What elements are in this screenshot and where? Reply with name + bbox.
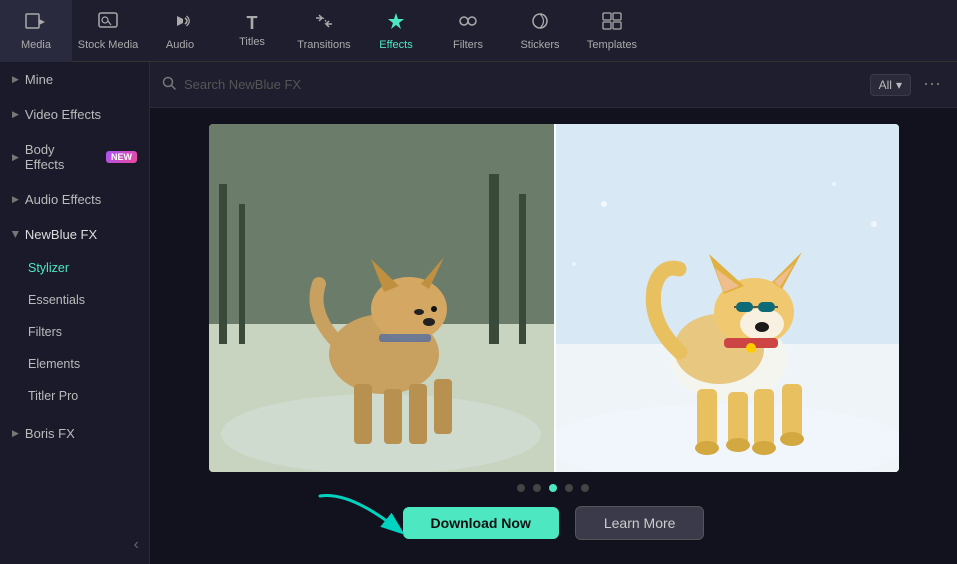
search-icon: [162, 76, 176, 93]
preview-image: [209, 124, 899, 472]
dot-1[interactable]: [517, 484, 525, 492]
preview-right-half: [554, 124, 899, 472]
stickers-icon: [529, 11, 551, 35]
sub-label-essentials: Essentials: [28, 293, 85, 307]
sidebar-label-mine: Mine: [25, 72, 53, 87]
dot-4[interactable]: [565, 484, 573, 492]
toolbar-item-effects[interactable]: Effects: [360, 0, 432, 62]
sidebar-label-body-effects: Body Effects: [25, 142, 96, 172]
filter-label: All: [879, 78, 892, 92]
preview-divider: [554, 124, 556, 472]
toolbar-item-filters[interactable]: Filters: [432, 0, 504, 62]
search-input[interactable]: [184, 77, 862, 92]
sub-label-stylizer: Stylizer: [28, 261, 69, 275]
preview-area: Download Now Learn More: [150, 108, 957, 564]
toolbar-item-stock-media[interactable]: Stock Media: [72, 0, 144, 62]
sub-label-filters: Filters: [28, 325, 62, 339]
titles-icon: T: [247, 14, 258, 32]
chevron-icon-audio-effects: ▶: [12, 194, 19, 205]
sub-label-elements: Elements: [28, 357, 80, 371]
sub-label-titler-pro: Titler Pro: [28, 389, 78, 403]
toolbar-label-stickers: Stickers: [520, 39, 559, 51]
toolbar-label-templates: Templates: [587, 39, 637, 51]
sidebar-sub-item-filters[interactable]: Filters: [0, 316, 149, 348]
dot-3[interactable]: [549, 484, 557, 492]
preview-controls: Download Now Learn More: [403, 472, 705, 552]
sidebar-sub-item-stylizer[interactable]: Stylizer: [0, 252, 149, 284]
sidebar-item-audio-effects[interactable]: ▶ Audio Effects: [0, 182, 149, 217]
chevron-down-icon: ▾: [896, 78, 902, 92]
sidebar-item-mine[interactable]: ▶ Mine: [0, 62, 149, 97]
toolbar-label-audio: Audio: [166, 39, 194, 51]
filter-dropdown[interactable]: All ▾: [870, 74, 911, 96]
dot-5[interactable]: [581, 484, 589, 492]
toolbar-item-stickers[interactable]: Stickers: [504, 0, 576, 62]
effects-icon: [385, 11, 407, 35]
chevron-icon-body-effects: ▶: [12, 152, 19, 163]
sidebar-collapse-button[interactable]: ‹: [0, 526, 149, 564]
sidebar-label-audio-effects: Audio Effects: [25, 192, 101, 207]
toolbar-item-audio[interactable]: Audio: [144, 0, 216, 62]
collapse-icon: ‹: [134, 536, 139, 554]
download-now-button[interactable]: Download Now: [403, 507, 559, 539]
new-badge: NEW: [106, 151, 137, 163]
templates-icon: [601, 11, 623, 35]
sidebar-sub-item-titler-pro[interactable]: Titler Pro: [0, 380, 149, 412]
chevron-icon-video-effects: ▶: [12, 109, 19, 120]
main-area: ▶ Mine ▶ Video Effects ▶ Body Effects NE…: [0, 62, 957, 564]
sidebar-item-body-effects[interactable]: ▶ Body Effects NEW: [0, 132, 149, 182]
chevron-icon-boris-fx: ▶: [12, 428, 19, 439]
toolbar-label-media: Media: [21, 39, 51, 51]
sidebar-sub-item-elements[interactable]: Elements: [0, 348, 149, 380]
sidebar-item-boris-fx[interactable]: ▶ Boris FX: [0, 416, 149, 451]
preview-left-half: [209, 124, 554, 472]
pagination-dots: [517, 484, 589, 492]
more-options-button[interactable]: ⋯: [919, 74, 945, 95]
sidebar-item-video-effects[interactable]: ▶ Video Effects: [0, 97, 149, 132]
dot-2[interactable]: [533, 484, 541, 492]
learn-more-button[interactable]: Learn More: [575, 506, 705, 540]
toolbar: Media Stock Media Audio T Titles: [0, 0, 957, 62]
toolbar-item-templates[interactable]: Templates: [576, 0, 648, 62]
toolbar-item-titles[interactable]: T Titles: [216, 0, 288, 62]
toolbar-label-filters: Filters: [453, 39, 483, 51]
sidebar-label-video-effects: Video Effects: [25, 107, 101, 122]
filters-icon: [457, 11, 479, 35]
transitions-icon: [313, 11, 335, 35]
content-area: All ▾ ⋯: [150, 62, 957, 564]
sidebar: ▶ Mine ▶ Video Effects ▶ Body Effects NE…: [0, 62, 150, 564]
sidebar-label-newblue-fx: NewBlue FX: [25, 227, 97, 242]
chevron-icon-newblue-fx: ▶: [10, 231, 21, 238]
search-bar: All ▾ ⋯: [150, 62, 957, 108]
toolbar-label-effects: Effects: [379, 39, 412, 51]
toolbar-item-media[interactable]: Media: [0, 0, 72, 62]
toolbar-label-transitions: Transitions: [297, 39, 350, 51]
stock-media-icon: [97, 11, 119, 35]
audio-icon: [169, 11, 191, 35]
toolbar-label-stock-media: Stock Media: [78, 39, 139, 51]
toolbar-item-transitions[interactable]: Transitions: [288, 0, 360, 62]
action-buttons-row: Download Now Learn More: [403, 506, 705, 540]
chevron-icon-mine: ▶: [12, 74, 19, 85]
sidebar-item-newblue-fx[interactable]: ▶ NewBlue FX: [0, 217, 149, 252]
sidebar-label-boris-fx: Boris FX: [25, 426, 75, 441]
media-icon: [25, 11, 47, 35]
sidebar-sub-item-essentials[interactable]: Essentials: [0, 284, 149, 316]
toolbar-label-titles: Titles: [239, 36, 265, 48]
